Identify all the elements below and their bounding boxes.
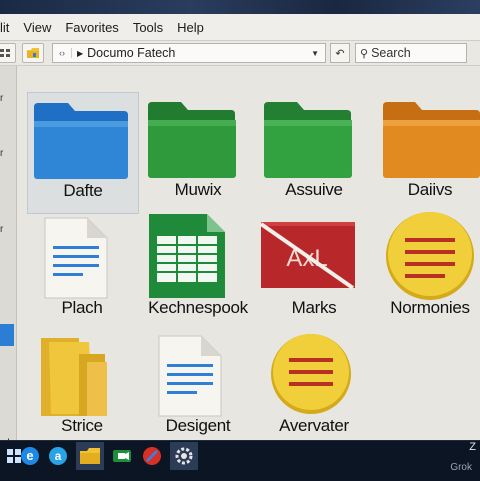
address-path: Documo Fatech: [87, 46, 176, 60]
text-document-icon: [158, 335, 222, 417]
search-icon: ⚲: [360, 47, 369, 60]
chevron-right-icon: ▶: [77, 48, 84, 58]
file-label: Kechnespook: [148, 298, 248, 317]
file-label: Muwix: [174, 180, 222, 199]
notes-icon: [386, 212, 474, 300]
svg-text:a: a: [55, 449, 62, 463]
media-app-icon[interactable]: [138, 442, 166, 470]
video-call-icon[interactable]: [108, 442, 136, 470]
file-item[interactable]: Strice: [27, 328, 137, 440]
menu-tools[interactable]: Tools: [126, 20, 170, 35]
toolbar: ‹› ▶ Documo Fatech ▼ ↶ ⚲ Search: [0, 41, 480, 66]
refresh-button[interactable]: ↶: [330, 43, 350, 63]
nav-item[interactable]: r: [0, 224, 3, 235]
menu-bar: lit View Favorites Tools Help: [0, 14, 480, 41]
file-label: Assuive: [285, 180, 343, 199]
file-grid: Dafte Muwix Assuive Daiivs Plach Kechnes…: [17, 66, 480, 440]
spreadsheet-icon: [149, 214, 225, 298]
refresh-icon: ↶: [335, 47, 345, 60]
file-label: Plach: [61, 298, 103, 317]
file-label: Dafte: [63, 181, 103, 200]
navigation-pane: r r r: [0, 66, 17, 440]
nav-item-selected[interactable]: [0, 324, 14, 346]
file-label: Desigent: [165, 416, 231, 435]
menu-help[interactable]: Help: [170, 20, 211, 35]
file-item[interactable]: AxL Marks: [259, 210, 369, 330]
settings-gear-icon[interactable]: [170, 442, 198, 470]
file-label: Normonies: [390, 298, 470, 317]
file-item[interactable]: Assuive: [259, 92, 369, 212]
presentation-icon: AxL: [259, 222, 355, 290]
orange-folder-icon: [383, 102, 480, 178]
blue-folder-icon: [34, 103, 128, 179]
edge-browser-icon[interactable]: e: [16, 442, 44, 470]
file-item[interactable]: Dafte: [27, 92, 139, 214]
green-folder-icon: [148, 102, 236, 178]
file-explorer-taskbar-icon[interactable]: [76, 442, 104, 470]
store-icon[interactable]: a: [44, 442, 72, 470]
taskbar: [0, 440, 480, 481]
menu-favorites[interactable]: Favorites: [58, 20, 125, 35]
watermark: Grok: [450, 462, 472, 473]
nav-item[interactable]: r: [0, 93, 3, 104]
menu-edit[interactable]: lit: [0, 20, 16, 35]
menu-view[interactable]: View: [16, 20, 58, 35]
text-document-icon: [44, 217, 108, 299]
file-item[interactable]: Plach: [27, 210, 137, 330]
file-label: Daiivs: [407, 180, 453, 199]
file-label: Marks: [291, 298, 337, 317]
file-item[interactable]: Kechnespook: [143, 210, 253, 330]
green-folder-icon: [264, 102, 352, 178]
file-label: Avervater: [279, 416, 349, 435]
file-label: Strice: [61, 416, 103, 435]
nav-item[interactable]: r: [0, 148, 3, 159]
address-bar[interactable]: ‹› ▶ Documo Fatech ▼: [52, 43, 326, 63]
file-explorer-window: lit View Favorites Tools Help ‹› ▶ Docum…: [0, 14, 480, 440]
search-input[interactable]: ⚲ Search: [355, 43, 467, 63]
folder-icon: [27, 48, 39, 58]
grid-view-icon: [0, 49, 10, 57]
search-placeholder: Search: [371, 46, 411, 60]
notes-icon: [271, 334, 351, 414]
toolbar-button[interactable]: [0, 43, 16, 63]
folder-up-button[interactable]: [22, 43, 44, 63]
nav-toggle[interactable]: ‹›: [53, 48, 72, 58]
svg-text:e: e: [26, 448, 33, 463]
system-tray-text[interactable]: Z: [469, 441, 476, 453]
file-item[interactable]: Avervater: [259, 328, 369, 440]
yellow-folder-icon: [41, 338, 107, 416]
file-item[interactable]: Muwix: [143, 92, 253, 212]
chevron-down-icon[interactable]: ▼: [311, 49, 319, 58]
file-item[interactable]: Normonies: [375, 210, 480, 330]
file-item[interactable]: Desigent: [143, 328, 253, 440]
file-item[interactable]: Daiivs: [375, 92, 480, 212]
